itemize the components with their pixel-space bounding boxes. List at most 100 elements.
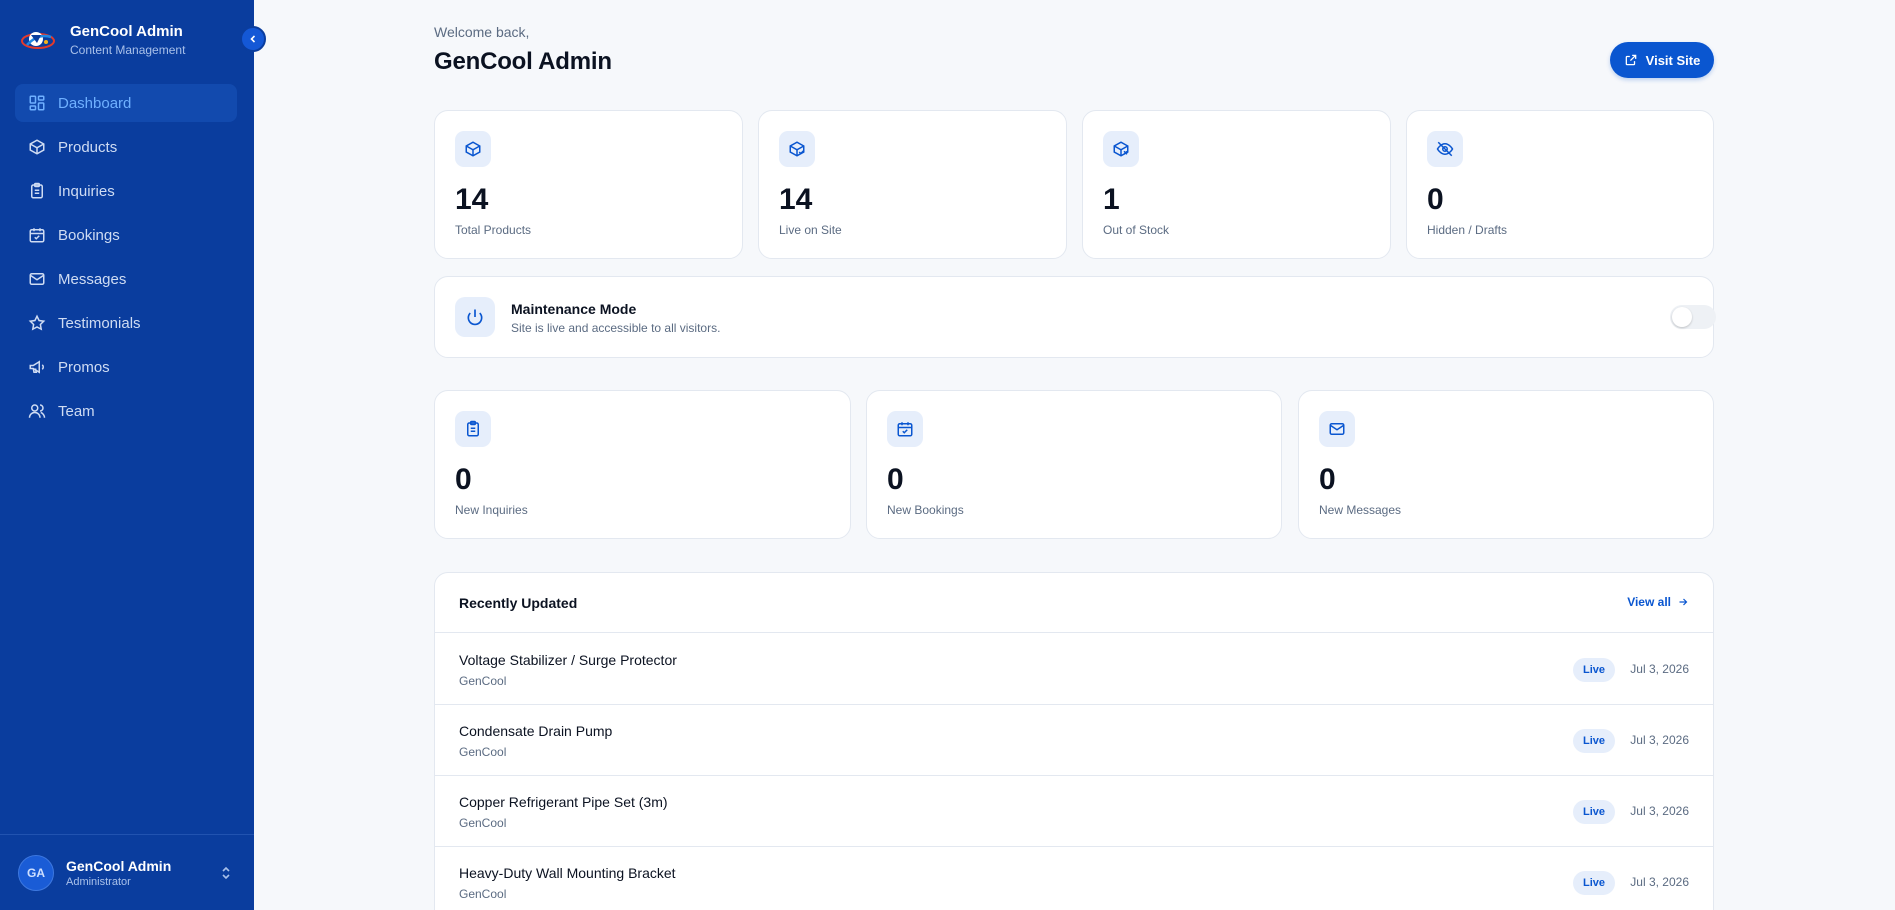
maintenance-toggle[interactable]: [1670, 305, 1716, 329]
sidebar-item-label: Inquiries: [58, 182, 115, 200]
stat-card-out-of-stock: 1 Out of Stock: [1082, 110, 1391, 259]
maintenance-card: Maintenance Mode Site is live and access…: [434, 276, 1716, 358]
product-name: Copper Refrigerant Pipe Set (3m): [459, 794, 668, 810]
sidebar-item-promos[interactable]: Promos: [15, 348, 237, 386]
sidebar-item-bookings[interactable]: Bookings: [15, 216, 237, 254]
chevron-up-down-icon[interactable]: [220, 865, 232, 886]
table-row[interactable]: Condensate Drain Pump GenCool Live Jul 3…: [435, 705, 1713, 776]
table-row[interactable]: Heavy-Duty Wall Mounting Bracket GenCool…: [435, 847, 1713, 910]
sidebar-nav: Dashboard Products Inquiries Bookings Me…: [15, 84, 237, 436]
visit-site-button[interactable]: Visit Site: [1610, 42, 1714, 78]
table-row[interactable]: Copper Refrigerant Pipe Set (3m) GenCool…: [435, 776, 1713, 847]
sidebar-item-label: Bookings: [58, 226, 120, 244]
collapse-sidebar-button[interactable]: [240, 26, 266, 52]
status-badge: Live: [1573, 871, 1616, 895]
stat-label: Hidden / Drafts: [1427, 223, 1508, 237]
sidebar-item-team[interactable]: Team: [15, 392, 237, 430]
product-brand: GenCool: [459, 745, 507, 759]
product-brand: GenCool: [459, 887, 507, 901]
sidebar-item-label: Testimonials: [58, 314, 141, 332]
sidebar-item-testimonials[interactable]: Testimonials: [15, 304, 237, 342]
activity-card-bookings[interactable]: 0 New Bookings: [866, 390, 1282, 539]
activity-value: 0: [887, 463, 904, 496]
megaphone-icon: [28, 358, 46, 376]
sidebar-item-label: Messages: [58, 270, 127, 288]
avatar: GA: [18, 854, 54, 891]
recently-updated-card: Recently Updated View all Voltage Stabil…: [434, 572, 1714, 910]
activity-card-messages[interactable]: 0 New Messages: [1298, 390, 1714, 539]
mail-icon: [28, 270, 46, 288]
stat-label: Out of Stock: [1103, 223, 1170, 237]
product-name: Voltage Stabilizer / Surge Protector: [459, 652, 677, 668]
sidebar-item-label: Team: [58, 402, 95, 420]
recently-updated-header: Recently Updated View all: [435, 573, 1713, 633]
view-all-label: View all: [1627, 595, 1671, 609]
box-check-icon: [779, 131, 815, 167]
stat-value: 14: [779, 183, 813, 216]
brand-subtitle: Content Management: [70, 42, 186, 57]
stat-card-live-on-site: 14 Live on Site: [758, 110, 1067, 259]
calendar-check-icon: [887, 411, 923, 447]
product-name: Heavy-Duty Wall Mounting Bracket: [459, 865, 676, 881]
arrow-right-icon: [1679, 598, 1688, 606]
activity-label: New Inquiries: [455, 503, 528, 517]
updated-date: Jul 3, 2026: [1630, 662, 1689, 676]
table-row[interactable]: Voltage Stabilizer / Surge Protector Gen…: [435, 634, 1713, 705]
stat-label: Live on Site: [779, 223, 842, 237]
activity-card-inquiries[interactable]: 0 New Inquiries: [434, 390, 851, 539]
user-menu[interactable]: GA GenCool Admin Administrator: [0, 834, 254, 910]
stat-label: Total Products: [455, 223, 532, 237]
sidebar-item-inquiries[interactable]: Inquiries: [15, 172, 237, 210]
sidebar-item-dashboard[interactable]: Dashboard: [15, 84, 237, 122]
product-name: Condensate Drain Pump: [459, 723, 613, 739]
users-icon: [28, 402, 46, 420]
mail-icon: [1319, 411, 1355, 447]
star-icon: [28, 314, 46, 332]
brand-title: GenCool Admin: [70, 22, 183, 40]
toggle-knob: [1672, 307, 1692, 327]
eye-off-icon: [1427, 131, 1463, 167]
brand-logo-icon: [18, 20, 58, 60]
updated-date: Jul 3, 2026: [1630, 804, 1689, 818]
sidebar-item-label: Products: [58, 138, 118, 156]
stat-value: 14: [455, 183, 489, 216]
status-badge: Live: [1573, 658, 1616, 682]
box-icon: [28, 138, 46, 156]
stat-card-total-products: 14 Total Products: [434, 110, 743, 259]
stat-value: 0: [1427, 183, 1444, 216]
updated-date: Jul 3, 2026: [1630, 733, 1689, 747]
welcome-text: Welcome back,: [434, 24, 530, 40]
activity-label: New Messages: [1319, 503, 1402, 517]
user-role: Administrator: [66, 875, 131, 888]
chevron-left-icon: [250, 35, 256, 43]
activity-value: 0: [455, 463, 472, 496]
calendar-check-icon: [28, 226, 46, 244]
sidebar-item-label: Dashboard: [58, 94, 132, 112]
updated-date: Jul 3, 2026: [1630, 875, 1689, 889]
power-icon: [455, 297, 495, 337]
sidebar-item-label: Promos: [58, 358, 110, 376]
clipboard-icon: [455, 411, 491, 447]
stat-value: 1: [1103, 183, 1120, 216]
clipboard-icon: [28, 182, 46, 200]
status-badge: Live: [1573, 729, 1616, 753]
view-all-link[interactable]: View all: [1627, 595, 1689, 609]
external-link-icon: [1625, 54, 1636, 66]
box-icon: [455, 131, 491, 167]
sidebar-item-messages[interactable]: Messages: [15, 260, 237, 298]
page-title: GenCool Admin: [434, 48, 612, 75]
brand[interactable]: GenCool Admin Content Management: [18, 20, 185, 60]
maintenance-title: Maintenance Mode: [511, 301, 637, 317]
product-brand: GenCool: [459, 816, 507, 830]
maintenance-description: Site is live and accessible to all visit…: [511, 321, 721, 335]
dashboard-icon: [28, 94, 46, 112]
box-x-icon: [1103, 131, 1139, 167]
status-badge: Live: [1573, 800, 1616, 824]
sidebar-item-products[interactable]: Products: [15, 128, 237, 166]
activity-label: New Bookings: [887, 503, 964, 517]
visit-site-label: Visit Site: [1645, 52, 1701, 68]
app-root: GenCool Admin Content Management Dashboa…: [0, 0, 1895, 910]
product-brand: GenCool: [459, 674, 507, 688]
sidebar: GenCool Admin Content Management Dashboa…: [0, 0, 254, 910]
activity-value: 0: [1319, 463, 1336, 496]
